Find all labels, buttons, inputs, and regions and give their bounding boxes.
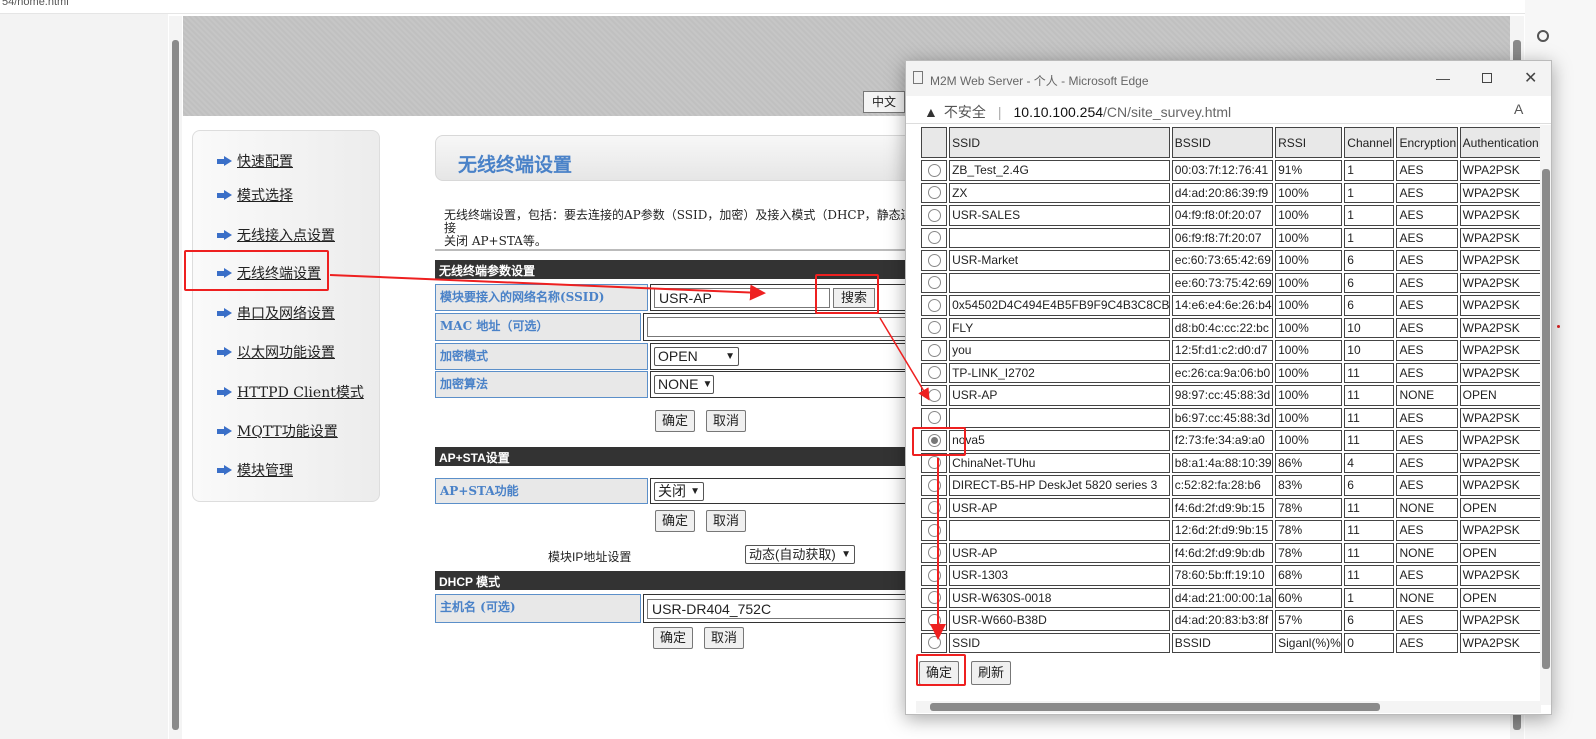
arrow-to-list <box>879 317 930 401</box>
arrow-to-search <box>329 274 766 301</box>
annotation-arrows <box>329 274 946 640</box>
